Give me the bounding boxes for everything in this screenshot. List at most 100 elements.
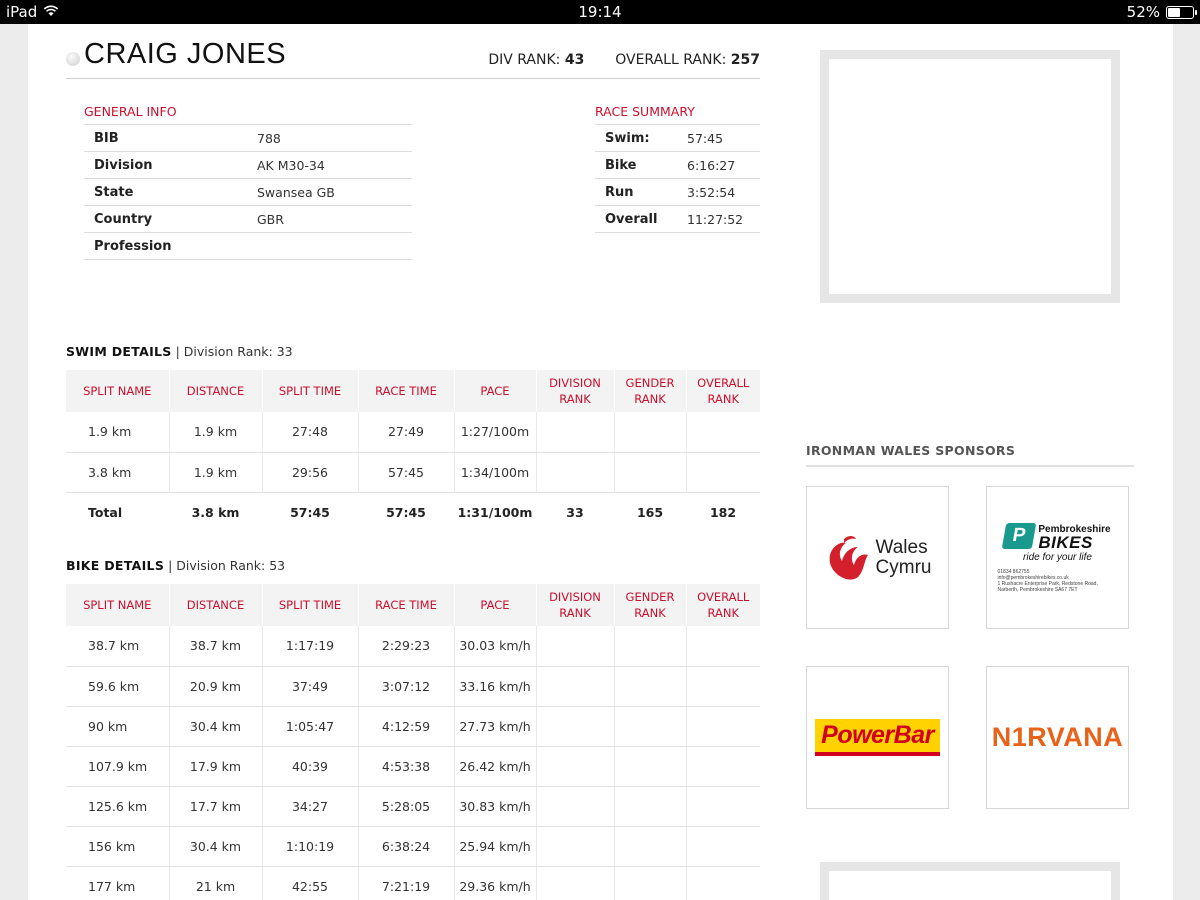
division-rank-cell xyxy=(535,706,614,747)
race-summary-row: Run 3:52:54 xyxy=(595,178,760,206)
race-time-cell: 4:53:38 xyxy=(357,746,454,787)
column-header-distance: DISTANCE xyxy=(168,584,262,626)
division-rank-cell xyxy=(535,826,614,867)
overall-rank-cell xyxy=(685,452,760,493)
gender-rank-cell xyxy=(613,746,686,787)
distance-cell: 20.9 km xyxy=(168,666,262,707)
overall-rank-cell xyxy=(685,866,760,900)
table-row: 156 km 30.4 km 1:10:19 6:38:24 25.94 km/h xyxy=(66,826,760,867)
race-summary-row: Bike 6:16:27 xyxy=(595,151,760,179)
distance-cell: 38.7 km xyxy=(168,626,262,667)
battery-icon xyxy=(1166,5,1197,19)
split-time-cell: 40:39 xyxy=(261,746,358,787)
ad-banner-top[interactable] xyxy=(820,50,1120,303)
table-row: 125.6 km 17.7 km 34:27 5:28:05 30.83 km/h xyxy=(66,786,760,827)
sponsor-powerbar[interactable]: PowerBar xyxy=(806,666,949,809)
total-distance-cell: 3.8 km xyxy=(191,504,240,520)
column-header-split-name: SPLIT NAME xyxy=(66,584,169,626)
pace-cell: 30.03 km/h xyxy=(453,626,536,667)
total-overall-rank-cell: 182 xyxy=(709,504,737,520)
overall-rank-label: OVERALL RANK: xyxy=(615,52,727,68)
race-summary-value: 6:16:27 xyxy=(677,151,760,179)
wifi-icon xyxy=(43,3,59,21)
overall-rank-cell xyxy=(685,412,760,453)
total-race-time-cell: 57:45 xyxy=(386,504,426,520)
split-name-cell: 90 km xyxy=(66,706,169,747)
general-info-row: BIB 788 xyxy=(84,124,412,152)
swim-details-title: SWIM DETAILS | Division Rank: 33 xyxy=(66,344,293,359)
race-summary-value: 3:52:54 xyxy=(677,178,760,206)
general-info-value: AK M30-34 xyxy=(247,151,412,179)
athlete-ranks: DIV RANK: 43 OVERALL RANK: 257 xyxy=(488,52,760,68)
split-name-cell: 177 km xyxy=(66,866,169,900)
total-division-rank-cell: 33 xyxy=(566,504,584,520)
column-header-overall-rank: OVERALL RANK xyxy=(685,584,760,626)
bikes-text: BIKES xyxy=(1038,532,1093,552)
table-row: 3.8 km 1.9 km 29:56 57:45 1:34/100m xyxy=(66,452,760,493)
pace-cell: 1:34/100m xyxy=(453,452,536,493)
race-summary-row: Overall 11:27:52 xyxy=(595,205,760,233)
gender-rank-cell xyxy=(613,706,686,747)
split-time-cell: 27:48 xyxy=(261,412,358,453)
general-info-value: 788 xyxy=(247,124,412,152)
sponsor-pembrokeshire-bikes[interactable]: P Pembrokeshire BIKES ride for your life… xyxy=(986,486,1129,629)
table-total-row: Total 3.8 km 57:45 57:45 1:31/100m 33 165 182 xyxy=(66,492,760,532)
split-name-cell: 59.6 km xyxy=(66,666,169,707)
distance-cell: 1.9 km xyxy=(168,452,262,493)
general-info-label: Division xyxy=(84,151,247,179)
column-header-gender-rank: GENDER RANK xyxy=(613,370,686,412)
status-dot-icon xyxy=(66,51,80,66)
wales-dragon-icon xyxy=(824,531,870,585)
race-time-cell: 2:29:23 xyxy=(357,626,454,667)
cymru-text: Cymru xyxy=(875,556,932,578)
race-summary-table: Swim: 57:45 Bike 6:16:27 Run 3:52:54 Overall 11… xyxy=(595,124,760,233)
bike-details-table: SPLIT NAME DISTANCE SPLIT TIME RACE TIME PAC… xyxy=(66,584,760,900)
general-info-row: State Swansea GB xyxy=(84,178,412,206)
overall-rank-cell xyxy=(685,706,760,747)
race-summary-label: Bike xyxy=(595,151,677,179)
column-header-division-rank: DIVISION RANK xyxy=(535,370,614,412)
race-time-cell: 3:07:12 xyxy=(357,666,454,707)
status-bar: iPad 19:14 52% xyxy=(0,0,1200,24)
pace-cell: 30.83 km/h xyxy=(453,786,536,827)
athlete-header: CRAIG JONES DIV RANK: 43 OVERALL RANK: 2… xyxy=(66,36,760,79)
table-row: 1.9 km 1.9 km 27:48 27:49 1:27/100m xyxy=(66,412,760,453)
pace-cell: 29.36 km/h xyxy=(453,866,536,900)
wales-text: Wales xyxy=(875,536,928,558)
column-header-division-rank: DIVISION RANK xyxy=(535,584,614,626)
general-info-label: Country xyxy=(84,205,247,233)
split-name-cell: 1.9 km xyxy=(66,412,169,453)
overall-rank-cell xyxy=(685,666,760,707)
div-rank-value: 43 xyxy=(564,52,585,68)
split-time-cell: 1:17:19 xyxy=(261,626,358,667)
race-time-cell: 4:12:59 xyxy=(357,706,454,747)
table-row: 177 km 21 km 42:55 7:21:19 29.36 km/h xyxy=(66,866,760,900)
general-info-row: Division AK M30-34 xyxy=(84,151,412,179)
split-time-cell: 1:10:19 xyxy=(261,826,358,867)
distance-cell: 17.9 km xyxy=(168,746,262,787)
race-summary-title: RACE SUMMARY xyxy=(595,104,695,119)
pembrokeshire-tagline: ride for your life xyxy=(1023,551,1092,563)
race-summary-value: 57:45 xyxy=(677,124,760,152)
ad-banner-bottom[interactable] xyxy=(820,862,1120,900)
pembrokeshire-contact: 01834 862755 info@pembrokeshirebikes.co.… xyxy=(998,569,1118,593)
split-time-cell: 42:55 xyxy=(261,866,358,900)
column-header-split-name: SPLIT NAME xyxy=(66,370,169,412)
pembrokeshire-bikes-logo-icon: P xyxy=(1002,522,1037,549)
division-rank-cell xyxy=(535,786,614,827)
bike-details-heading: BIKE DETAILS xyxy=(66,558,165,573)
sponsor-nirvana[interactable]: N1RVANA xyxy=(986,666,1129,809)
split-time-cell: 1:05:47 xyxy=(261,706,358,747)
gender-rank-cell xyxy=(613,666,686,707)
column-header-distance: DISTANCE xyxy=(168,370,262,412)
distance-cell: 30.4 km xyxy=(168,826,262,867)
split-name-cell: 125.6 km xyxy=(66,786,169,827)
sponsor-wales-cymru[interactable]: Wales Cymru xyxy=(806,486,949,629)
general-info-label: BIB xyxy=(84,124,247,152)
split-time-cell: 34:27 xyxy=(261,786,358,827)
general-info-label: State xyxy=(84,178,247,206)
race-summary-label: Swim: xyxy=(595,124,677,152)
column-header-gender-rank: GENDER RANK xyxy=(613,584,686,626)
gender-rank-cell xyxy=(613,786,686,827)
total-gender-rank-cell: 165 xyxy=(636,504,664,520)
